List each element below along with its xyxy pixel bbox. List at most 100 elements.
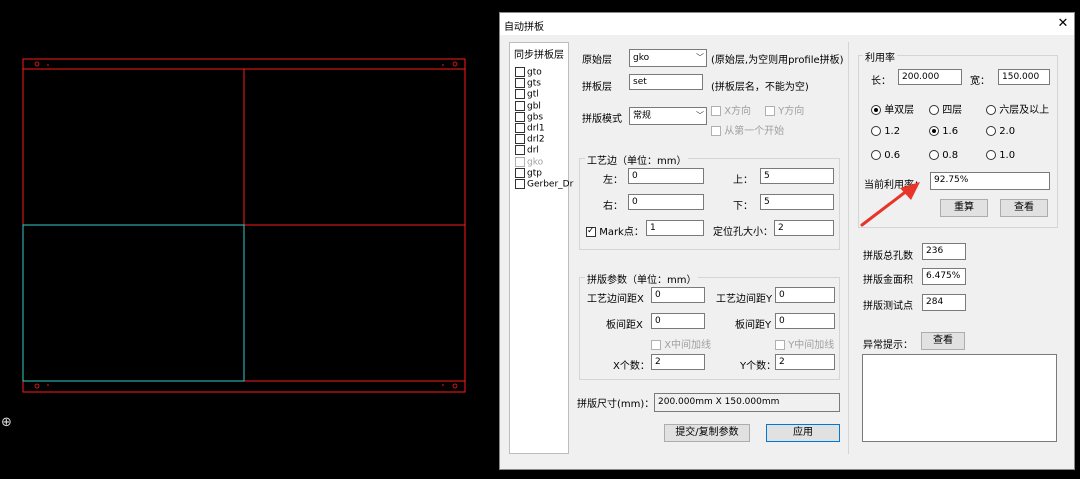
x-direction-checkbox[interactable]: X方向: [711, 102, 751, 117]
panel-layer-label: 拼板层: [582, 82, 612, 93]
chevron-down-icon: ﹀: [696, 53, 704, 62]
left-edge-input[interactable]: 0: [628, 168, 704, 184]
y-direction-checkbox[interactable]: Y方向: [765, 102, 804, 117]
thickness-1-6-label: 1.6: [942, 126, 959, 137]
layer-label: gbs: [527, 112, 544, 123]
submit-copy-params-button[interactable]: 提交/复制参数: [664, 424, 750, 442]
sync-layers-panel: 同步拼板层 gto gts gtl gbl gbs drl1 drl2 drl gko gtp Ge…: [509, 42, 573, 454]
width-input[interactable]: 150.000: [998, 69, 1050, 85]
recalculate-button[interactable]: 重算: [940, 199, 988, 217]
edge-gap-x-label: 工艺边间距X: [587, 294, 644, 305]
x-count-input[interactable]: 2: [651, 354, 705, 370]
board-gap-x-label: 板间距X: [606, 320, 643, 331]
layers-single-radio[interactable]: 单双层: [871, 101, 914, 116]
bottom-edge-label: 下：: [733, 201, 753, 212]
test-points-field: 284: [922, 294, 966, 311]
hole-size-input[interactable]: 2: [774, 220, 834, 236]
section-divider: [848, 42, 849, 454]
pcb-canvas[interactable]: [0, 0, 500, 476]
layer-checkbox: [515, 179, 525, 189]
y-count-input[interactable]: 2: [775, 354, 835, 370]
layer-item-gtl[interactable]: gtl: [515, 89, 539, 100]
layer-item-drl2[interactable]: drl2: [515, 134, 545, 145]
board-gap-y-input[interactable]: 0: [775, 313, 835, 329]
x-direction-box: [711, 106, 721, 116]
layer-item-gto[interactable]: gto: [515, 67, 542, 78]
layer-label: gto: [527, 67, 542, 78]
from-first-checkbox[interactable]: 从第一个开始: [711, 122, 784, 137]
right-edge-input[interactable]: 0: [628, 194, 704, 210]
mark-point-input[interactable]: 1: [646, 220, 704, 236]
top-edge-input[interactable]: 5: [760, 168, 834, 184]
sync-layers-title: 同步拼板层: [514, 50, 564, 61]
annotation-arrow: [860, 182, 920, 227]
layer-item-drl[interactable]: drl: [515, 145, 539, 156]
y-direction-label: Y方向: [778, 106, 805, 117]
layer-item-gbl[interactable]: gbl: [515, 100, 541, 112]
mark-point-checkbox[interactable]: Mark点：: [586, 223, 644, 238]
layers-four-radio[interactable]: 四层: [929, 101, 962, 116]
thickness-1-2-label: 1.2: [884, 126, 901, 137]
length-input[interactable]: 200.000: [898, 69, 962, 85]
fiducial-mark: [452, 383, 458, 389]
layer-label: drl: [527, 145, 539, 156]
bottom-edge-input[interactable]: 5: [760, 194, 834, 210]
layer-item-gts[interactable]: gts: [515, 78, 541, 89]
checkmark-icon: [586, 227, 596, 237]
thickness-2-0-radio[interactable]: 2.0: [986, 126, 1015, 137]
layers-six-radio[interactable]: 六层及以上: [986, 101, 1049, 116]
x-mid-line-checkbox[interactable]: X中间加线: [651, 336, 711, 351]
process-edge-title: 工艺边（单位：mm）: [585, 152, 689, 167]
layer-list[interactable]: gto gts gtl gbl gbs drl1 drl2 drl gko gtp Gerber_D…: [510, 64, 573, 224]
x-direction-label: X方向: [724, 106, 752, 117]
thickness-0-8-radio[interactable]: 0.8: [929, 150, 958, 161]
abnormal-textbox[interactable]: [862, 354, 1057, 442]
from-first-box: [711, 126, 721, 136]
edge-gap-y-input[interactable]: 0: [775, 287, 835, 303]
panel-layer-input[interactable]: set: [629, 74, 703, 90]
thickness-2-0-label: 2.0: [999, 126, 1016, 137]
view-utilization-button[interactable]: 查看: [1000, 199, 1048, 217]
length-label: 长：: [871, 76, 891, 87]
thickness-0-6-radio[interactable]: 0.6: [871, 150, 900, 161]
panel-size-field: 200.000mm X 150.000mm: [654, 393, 840, 412]
board-gap-x-input[interactable]: 0: [651, 313, 705, 329]
y-mid-line-box: [775, 340, 785, 350]
close-icon[interactable]: ✕: [1056, 16, 1070, 32]
panel-layer-hint: (拼板层名，不能为空): [711, 82, 809, 93]
edge-gap-x-input[interactable]: 0: [651, 287, 705, 303]
radio-icon: [986, 126, 996, 136]
layers-four-label: 四层: [942, 105, 963, 116]
source-layer-select[interactable]: gko ﹀: [629, 49, 707, 67]
view-abnormal-button[interactable]: 查看: [921, 332, 965, 350]
abnormal-label: 异常提示：: [863, 340, 913, 351]
mark-point-label: Mark点：: [599, 227, 644, 238]
layer-checkbox: [515, 78, 525, 89]
layer-checkbox: [515, 167, 525, 178]
layer-label: drl1: [527, 123, 545, 134]
thickness-1-0-radio[interactable]: 1.0: [986, 150, 1015, 161]
thickness-1-6-radio[interactable]: 1.6: [929, 126, 958, 137]
fiducial-mark: [452, 61, 458, 67]
source-layer-hint: (原始层,为空则用profile拼板): [711, 55, 844, 66]
layer-item-gerber_dr[interactable]: Gerber_Dr: [515, 179, 573, 190]
x-mid-line-box: [651, 340, 661, 350]
layer-item-gbs[interactable]: gbs: [515, 111, 544, 123]
y-direction-box: [765, 106, 775, 116]
radio-icon: [929, 105, 939, 115]
layer-item-gtp[interactable]: gtp: [515, 167, 542, 179]
y-mid-line-checkbox[interactable]: Y中间加线: [775, 336, 834, 351]
thickness-1-0-label: 1.0: [999, 150, 1016, 161]
fiducial-mark: [34, 383, 40, 389]
layer-label: gbl: [527, 101, 541, 112]
test-points-label: 拼版测试点: [863, 301, 913, 312]
locating-hole: [442, 64, 444, 66]
thickness-1-2-radio[interactable]: 1.2: [871, 126, 900, 137]
panel-mode-select[interactable]: 常规 ﹀: [629, 107, 707, 125]
gold-area-label: 拼版金面积: [863, 275, 913, 286]
right-edge-label: 右：: [603, 201, 623, 212]
apply-button[interactable]: 应用: [766, 424, 840, 442]
layer-item-gko[interactable]: gko: [515, 156, 543, 168]
layer-item-drl1[interactable]: drl1: [515, 123, 545, 134]
thickness-0-6-label: 0.6: [884, 150, 901, 161]
